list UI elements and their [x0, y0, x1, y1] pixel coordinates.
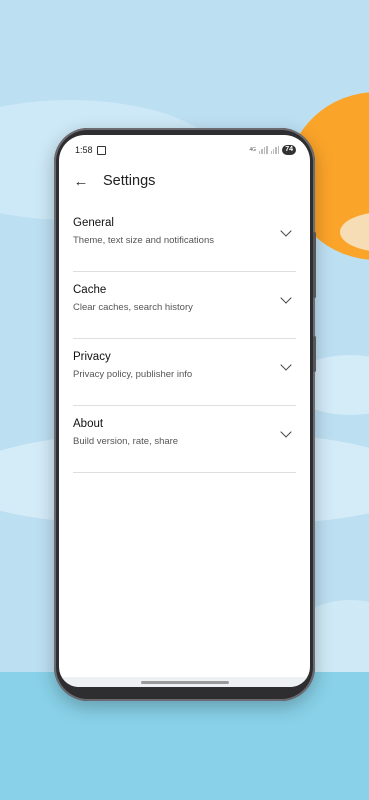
- signal-icon: [259, 146, 268, 154]
- status-bar: 1:58 4G 74: [75, 145, 296, 159]
- home-indicator[interactable]: [141, 681, 229, 684]
- settings-item-title: Privacy: [73, 351, 111, 363]
- app-bar: ← Settings: [73, 171, 156, 191]
- settings-item-title: General: [73, 217, 114, 229]
- settings-item-title: About: [73, 418, 104, 430]
- settings-item-subtitle: Clear caches, search history: [73, 302, 193, 313]
- phone-screen: 1:58 4G 74 ← Settings General Theme, tex…: [59, 135, 310, 687]
- settings-list: General Theme, text size and notificatio…: [73, 205, 296, 473]
- network-type: 4G: [249, 147, 257, 153]
- status-time: 1:58: [75, 145, 93, 155]
- settings-item-general[interactable]: General Theme, text size and notificatio…: [73, 205, 296, 272]
- chevron-down-icon[interactable]: [280, 292, 292, 304]
- power-button: [313, 336, 316, 372]
- screenshot-icon: [97, 146, 106, 155]
- navigation-bar: [59, 677, 310, 687]
- settings-item-about[interactable]: About Build version, rate, share: [73, 406, 296, 473]
- arrow-left-icon[interactable]: ←: [73, 173, 89, 190]
- settings-item-title: Cache: [73, 284, 107, 296]
- settings-item-subtitle: Theme, text size and notifications: [73, 235, 214, 246]
- settings-item-privacy[interactable]: Privacy Privacy policy, publisher info: [73, 339, 296, 406]
- volume-button: [313, 232, 316, 298]
- battery-icon: 74: [282, 145, 296, 155]
- page-title: Settings: [103, 173, 156, 189]
- settings-item-subtitle: Build version, rate, share: [73, 436, 179, 447]
- chevron-down-icon[interactable]: [280, 225, 292, 237]
- signal-icon: [270, 146, 280, 154]
- settings-item-cache[interactable]: Cache Clear caches, search history: [73, 272, 296, 339]
- settings-item-subtitle: Privacy policy, publisher info: [73, 369, 193, 380]
- chevron-down-icon[interactable]: [280, 359, 292, 371]
- status-indicators: 4G 74: [249, 145, 296, 155]
- chevron-down-icon[interactable]: [280, 426, 292, 438]
